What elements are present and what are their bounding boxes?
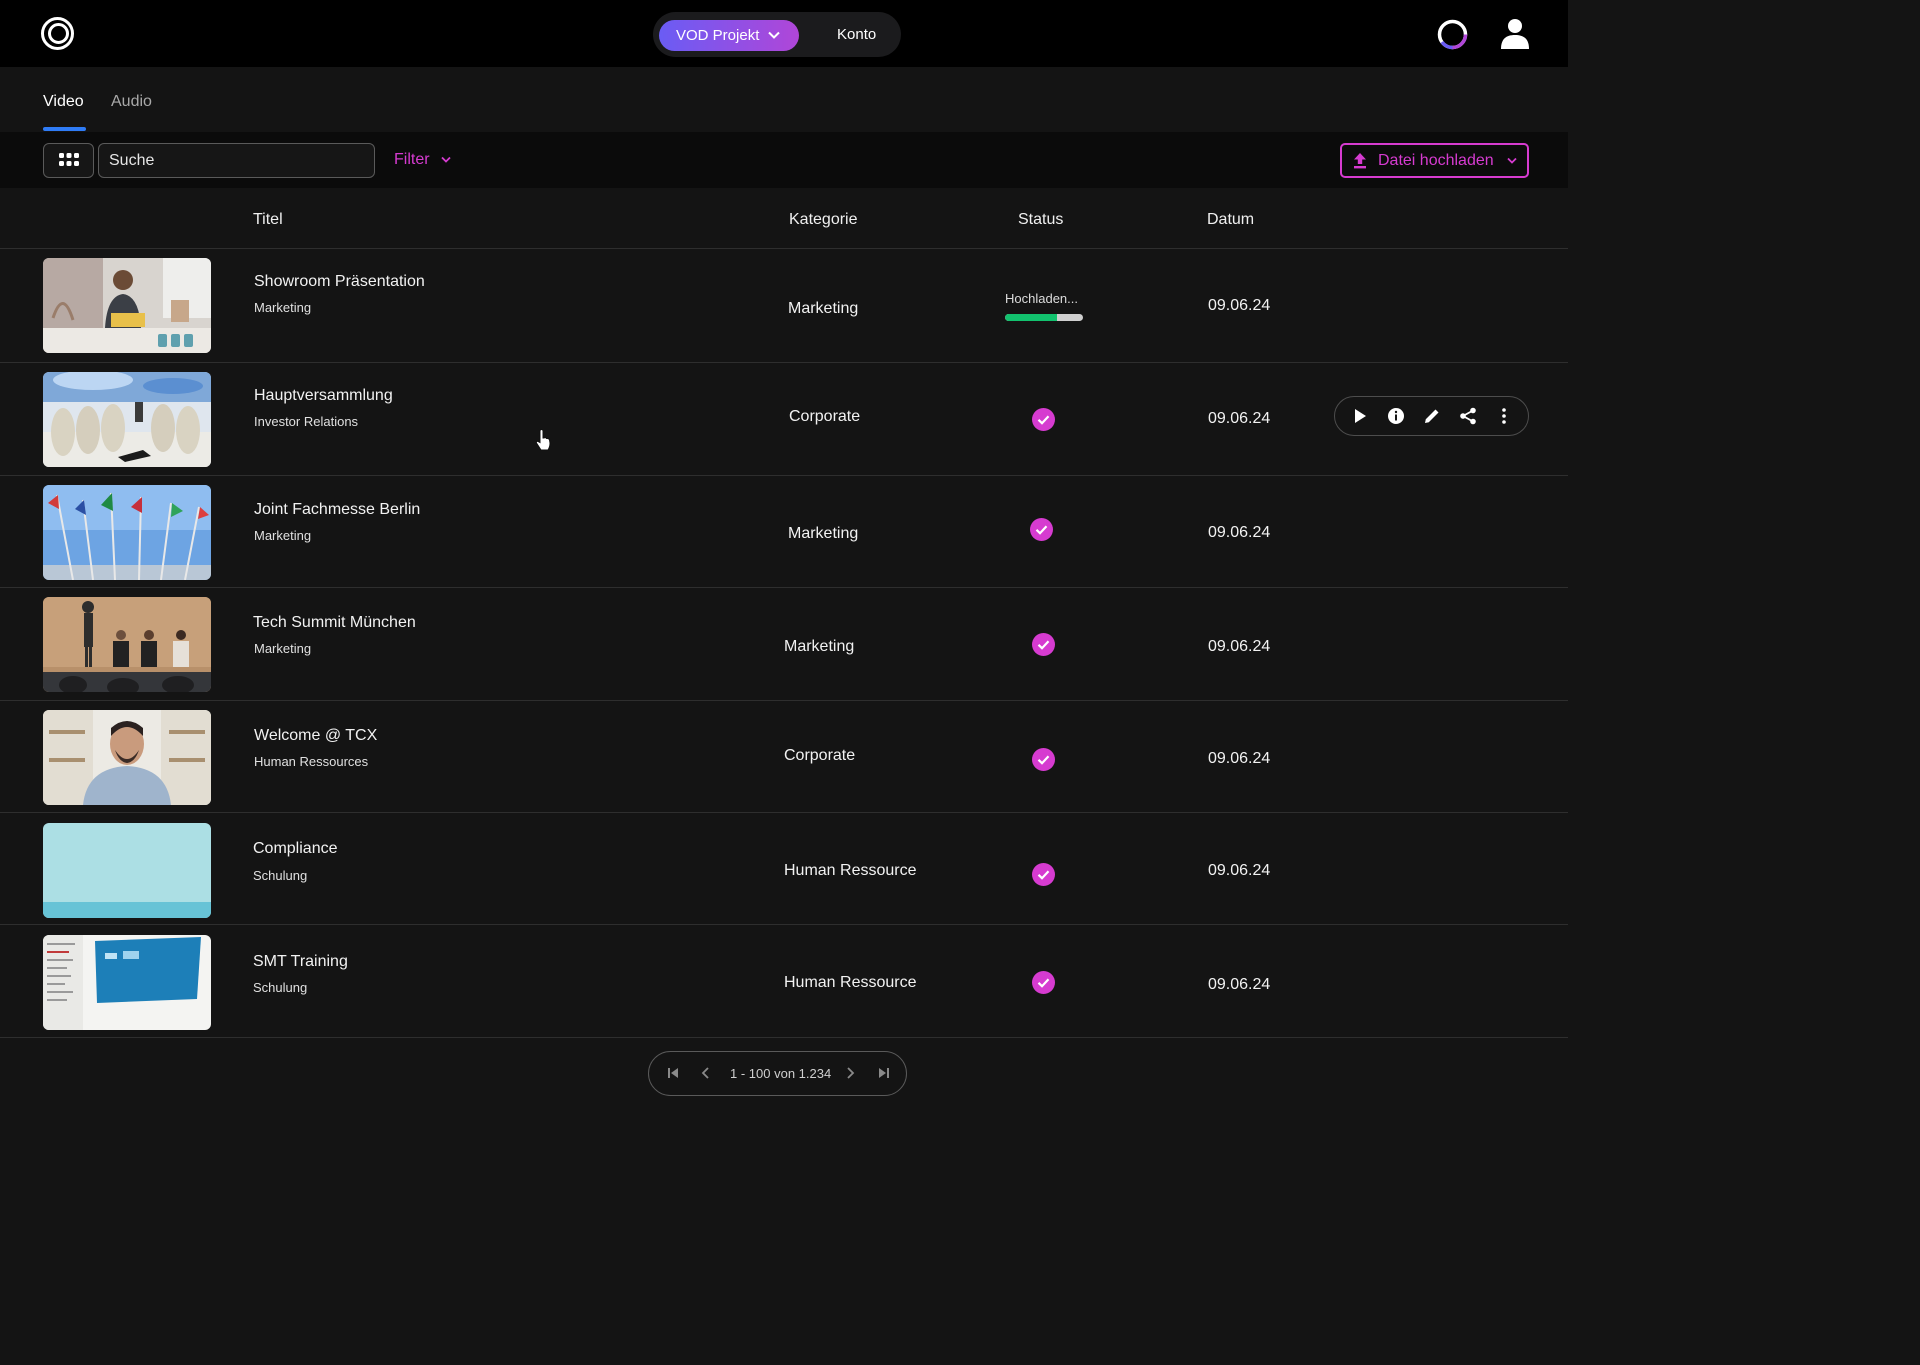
more-icon[interactable] — [1495, 407, 1513, 425]
upload-status: Hochladen... — [1005, 291, 1083, 321]
project-dropdown-label: VOD Projekt — [676, 27, 760, 44]
video-date: 09.06.24 — [1208, 638, 1271, 655]
video-subtitle: Marketing — [254, 528, 312, 543]
video-date: 09.06.24 — [1208, 750, 1271, 767]
chevron-down-icon — [1507, 157, 1517, 164]
grid-icon — [59, 153, 79, 166]
video-category: Marketing — [788, 300, 859, 317]
video-thumbnail[interactable] — [43, 485, 211, 580]
video-subtitle: Marketing — [254, 300, 312, 315]
table-header: Titel Kategorie Status Datum — [0, 188, 1568, 249]
video-category: Corporate — [789, 408, 861, 425]
workspace-switch: VOD Projekt Konto — [653, 12, 901, 57]
video-thumbnail[interactable] — [43, 823, 211, 918]
row-actions-toolbar — [1334, 396, 1529, 436]
tab-audio[interactable]: Audio — [111, 93, 152, 111]
pagination-range: 1 - 100 von 1.234 — [730, 1066, 832, 1081]
first-page-icon[interactable] — [667, 1066, 679, 1080]
previous-page-icon[interactable] — [700, 1066, 710, 1080]
upload-progress-fill — [1005, 314, 1058, 321]
user-icon[interactable] — [1499, 18, 1531, 49]
video-category: Human Ressource — [784, 862, 917, 879]
video-category: Human Ressource — [784, 974, 917, 991]
upload-icon — [1354, 153, 1366, 169]
toolbar: Filter Datei hochladen — [0, 132, 1568, 188]
video-thumbnail[interactable] — [43, 710, 211, 805]
column-header-category[interactable]: Kategorie — [789, 211, 858, 229]
video-title[interactable]: Compliance — [253, 840, 337, 858]
info-icon[interactable] — [1387, 407, 1405, 425]
column-header-title[interactable]: Titel — [253, 211, 283, 229]
video-category: Corporate — [784, 747, 856, 764]
video-date: 09.06.24 — [1208, 297, 1271, 314]
pagination: 1 - 100 von 1.234 — [648, 1051, 907, 1096]
upload-progress-bar — [1005, 314, 1083, 321]
play-icon[interactable] — [1351, 407, 1369, 425]
tab-video[interactable]: Video — [43, 93, 84, 111]
video-title[interactable]: Hauptversammlung — [254, 387, 393, 405]
video-date: 09.06.24 — [1208, 976, 1271, 993]
video-thumbnail[interactable] — [43, 935, 211, 1030]
table-row[interactable]: Joint Fachmesse Berlin Marketing Marketi… — [0, 476, 1568, 588]
check-circle-icon — [1032, 971, 1055, 994]
table-row[interactable]: Compliance Schulung Human Ressource 09.0… — [0, 813, 1568, 925]
video-subtitle: Schulung — [253, 980, 308, 995]
upload-file-label: Datei hochladen — [1378, 152, 1494, 169]
table-row[interactable]: SMT Training Schulung Human Ressource 09… — [0, 925, 1568, 1038]
chevron-down-icon — [441, 156, 451, 163]
filter-label: Filter — [394, 151, 430, 168]
video-category: Marketing — [784, 638, 855, 655]
table-row[interactable]: Welcome @ TCX Human Ressources Corporate… — [0, 701, 1568, 813]
check-circle-icon — [1032, 748, 1055, 771]
search-input[interactable] — [98, 143, 375, 178]
project-dropdown[interactable]: VOD Projekt — [659, 20, 799, 51]
account-tab[interactable]: Konto — [837, 12, 876, 57]
video-title[interactable]: Showroom Präsentation — [254, 273, 425, 291]
footer: 1 - 100 von 1.234 — [0, 1038, 1568, 1115]
video-category: Marketing — [788, 525, 859, 542]
check-circle-icon — [1032, 863, 1055, 886]
video-thumbnail[interactable] — [43, 258, 211, 353]
next-page-icon[interactable] — [846, 1066, 856, 1080]
video-title[interactable]: Tech Summit München — [253, 614, 416, 632]
column-header-date[interactable]: Datum — [1207, 211, 1254, 229]
upload-file-button[interactable]: Datei hochladen — [1340, 143, 1529, 178]
video-date: 09.06.24 — [1208, 524, 1271, 541]
video-subtitle: Investor Relations — [254, 414, 359, 429]
table-row[interactable]: Showroom Präsentation Marketing Marketin… — [0, 249, 1568, 363]
activity-progress-icon[interactable] — [1436, 18, 1469, 51]
video-thumbnail[interactable] — [43, 597, 211, 692]
table-row[interactable]: Hauptversammlung Investor Relations Corp… — [0, 363, 1568, 476]
video-thumbnail[interactable] — [43, 372, 211, 467]
check-circle-icon — [1032, 408, 1055, 431]
video-title[interactable]: Welcome @ TCX — [254, 727, 377, 745]
top-bar: VOD Projekt Konto — [0, 0, 1568, 67]
edit-icon[interactable] — [1423, 407, 1441, 425]
column-header-status[interactable]: Status — [1018, 211, 1063, 229]
grid-view-button[interactable] — [43, 143, 94, 178]
video-date: 09.06.24 — [1208, 410, 1271, 427]
logo-icon[interactable] — [41, 17, 74, 50]
active-tab-indicator — [43, 127, 86, 131]
share-icon[interactable] — [1459, 407, 1477, 425]
video-title[interactable]: Joint Fachmesse Berlin — [254, 501, 420, 519]
video-subtitle: Marketing — [254, 641, 312, 656]
table-row[interactable]: Tech Summit München Marketing Marketing … — [0, 588, 1568, 701]
video-date: 09.06.24 — [1208, 862, 1271, 879]
check-circle-icon — [1032, 633, 1055, 656]
video-subtitle: Schulung — [253, 868, 308, 883]
upload-status-label: Hochladen... — [1005, 291, 1078, 306]
filter-dropdown[interactable]: Filter — [394, 151, 451, 169]
media-tabs: Video Audio — [0, 67, 1568, 132]
chevron-down-icon — [768, 31, 780, 39]
check-circle-icon — [1030, 518, 1053, 541]
last-page-icon[interactable] — [878, 1066, 890, 1080]
video-subtitle: Human Ressources — [254, 754, 369, 769]
hand-cursor-icon — [535, 429, 551, 451]
video-title[interactable]: SMT Training — [253, 953, 348, 971]
